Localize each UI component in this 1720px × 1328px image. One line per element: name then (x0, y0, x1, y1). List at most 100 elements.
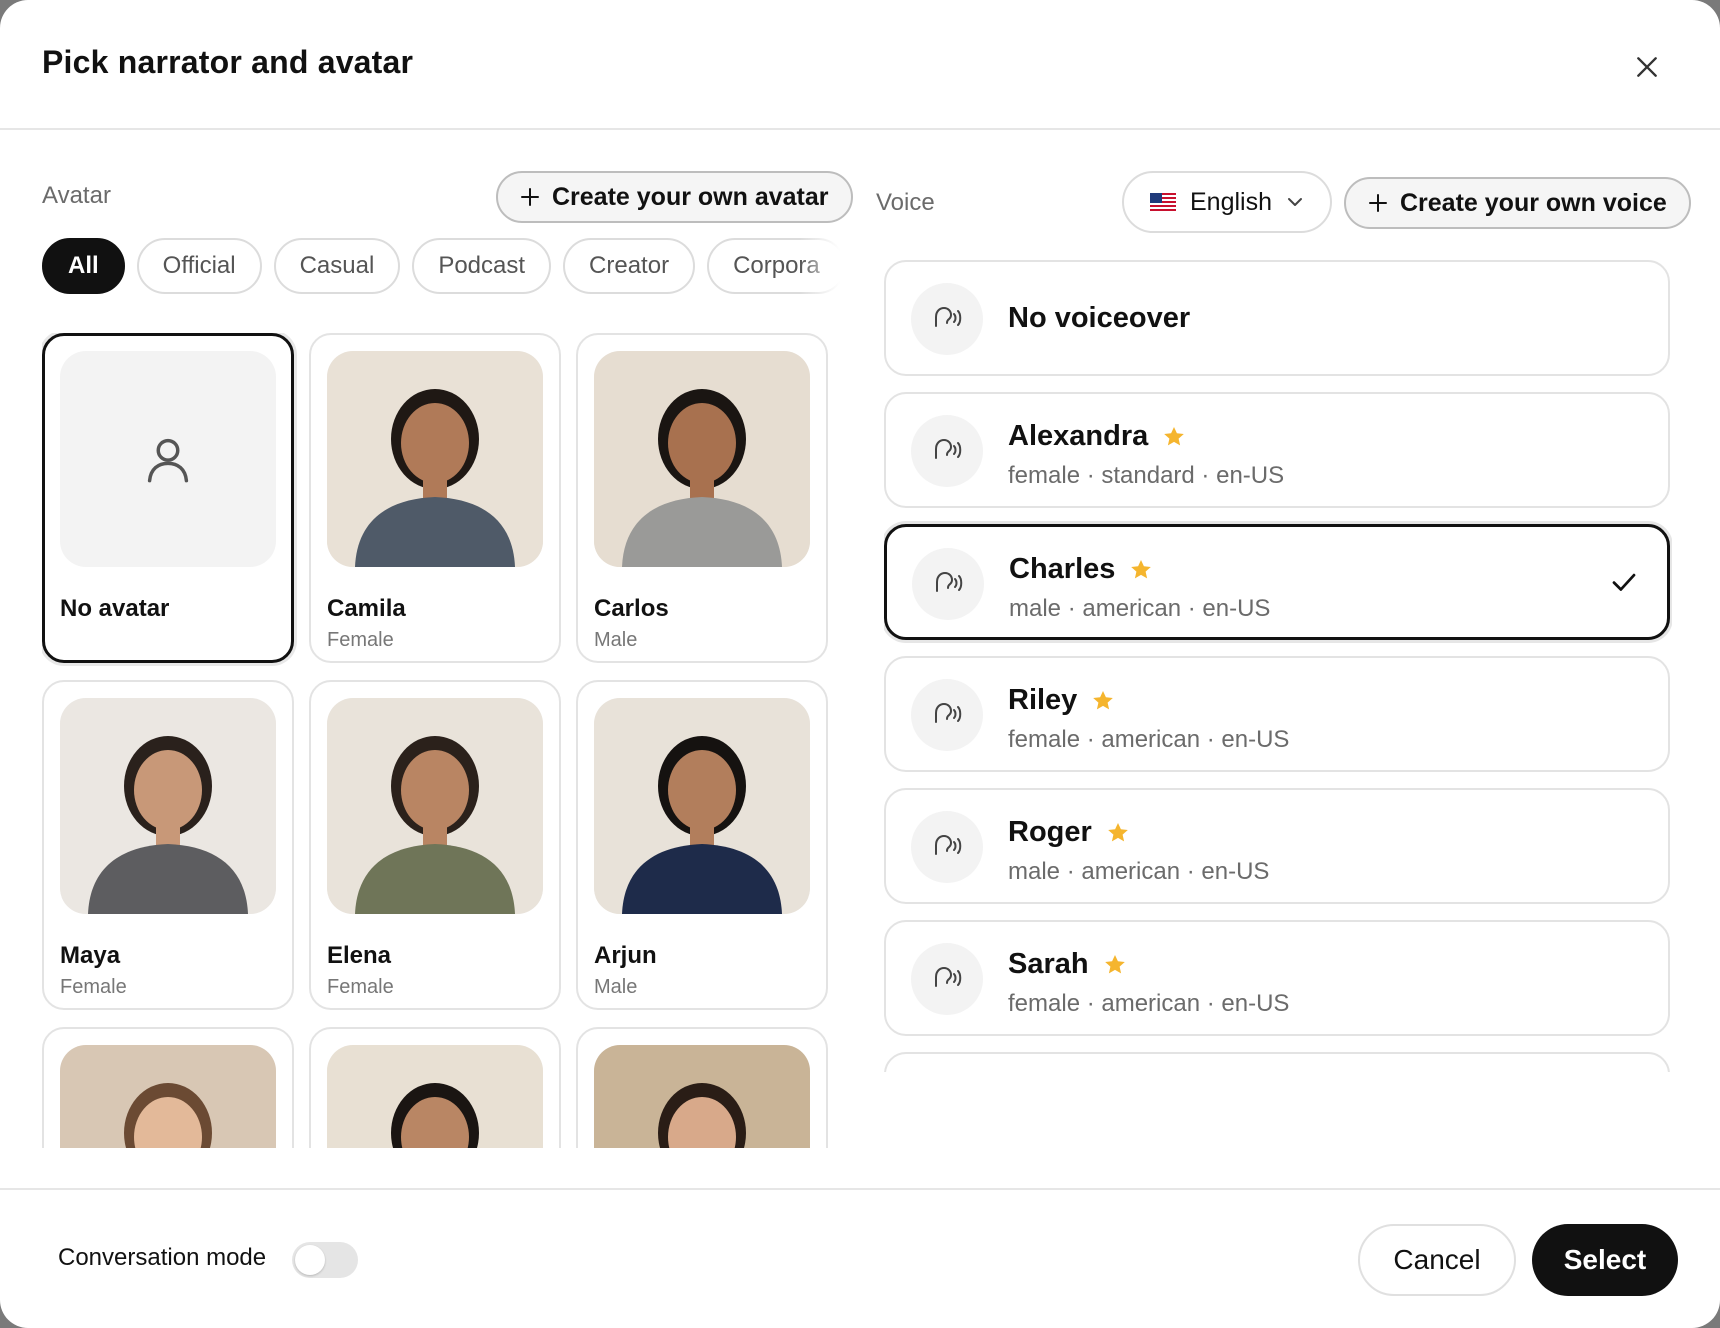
voice-option[interactable]: Charles male · american · en-US (884, 524, 1670, 640)
voice-name-row: Sarah (1008, 948, 1127, 981)
avatar-photo (327, 698, 543, 914)
voice-wave-icon (935, 834, 962, 855)
avatar-grid-scroll[interactable]: No avatar Camila Female Carlos Male Maya Fe… (42, 333, 842, 1148)
avatar-thumb (327, 351, 543, 567)
voice-play-button[interactable] (911, 811, 983, 883)
dialog-header: Pick narrator and avatar (0, 0, 1720, 130)
plus-icon (521, 188, 539, 206)
filter-chip-creator[interactable]: Creator (563, 238, 696, 294)
voice-play-button[interactable] (911, 415, 983, 487)
avatar-thumb (327, 698, 543, 914)
voice-name: No voiceover (1008, 302, 1191, 334)
avatar-photo (327, 1045, 543, 1148)
voice-name: Charles (1009, 553, 1116, 585)
avatar-name: No avatar (60, 595, 170, 622)
filter-chip-official[interactable]: Official (136, 238, 262, 294)
language-dropdown[interactable]: English (1122, 171, 1332, 233)
voice-wave-icon (935, 438, 962, 459)
voice-name: Riley (1008, 684, 1078, 716)
voice-name-row: Charles (1009, 553, 1153, 586)
avatar-thumb (327, 1045, 543, 1148)
star-icon (1104, 954, 1125, 973)
chips-fade (800, 238, 840, 296)
voice-option[interactable]: Riley female · american · en-US (884, 656, 1670, 772)
close-button[interactable] (1625, 45, 1669, 89)
create-avatar-label: Create your own avatar (552, 182, 829, 211)
voice-play-button[interactable] (911, 943, 983, 1015)
avatar-photo (594, 1045, 810, 1148)
voice-option[interactable] (884, 1052, 1670, 1072)
voice-name-row: No voiceover (1008, 302, 1190, 335)
avatar-name: Carlos (594, 595, 669, 622)
filter-chip-podcast[interactable]: Podcast (412, 238, 552, 294)
voice-wave-icon (935, 702, 962, 723)
avatar-name: Camila (327, 595, 406, 622)
voice-name: Sarah (1008, 948, 1089, 980)
avatar-card[interactable]: Carlos Male (576, 333, 828, 663)
voice-meta: male · american · en-US (1009, 595, 1271, 622)
avatar-photo (327, 351, 543, 567)
avatar-card[interactable] (309, 1027, 561, 1148)
voice-option[interactable]: Roger male · american · en-US (884, 788, 1670, 904)
avatar-section-label: Avatar (42, 182, 111, 209)
select-button[interactable]: Select (1532, 1224, 1678, 1296)
voice-name: Alexandra (1008, 420, 1149, 452)
avatar-thumb (60, 1045, 276, 1148)
avatar-card[interactable]: Elena Female (309, 680, 561, 1010)
toggle-knob (295, 1245, 325, 1275)
person-outline-icon (147, 438, 189, 483)
conversation-mode-label: Conversation mode (58, 1244, 267, 1271)
avatar-photo (60, 1045, 276, 1148)
language-value: English (1190, 187, 1272, 216)
avatar-photo (60, 698, 276, 914)
avatar-photo (594, 351, 810, 567)
us-flag-icon (1150, 193, 1176, 211)
avatar-thumb (60, 698, 276, 914)
create-avatar-button[interactable]: Create your own avatar (496, 171, 853, 223)
avatar-card[interactable]: Arjun Male (576, 680, 828, 1010)
voice-meta: male · american · en-US (1008, 858, 1270, 885)
voice-option[interactable]: Sarah female · american · en-US (884, 920, 1670, 1036)
voice-option[interactable]: No voiceover (884, 260, 1670, 376)
avatar-filter-bar: All Official Casual Podcast Creator Corpora (42, 238, 840, 296)
avatar-gender: Female (327, 976, 394, 998)
voice-name-row: Alexandra (1008, 420, 1186, 453)
voice-play-button[interactable] (912, 548, 984, 620)
star-icon (1164, 426, 1185, 445)
avatar-gender: Female (327, 629, 394, 651)
star-icon (1131, 559, 1152, 578)
avatar-card[interactable] (576, 1027, 828, 1148)
filter-chip-all[interactable]: All (42, 238, 125, 294)
avatar-thumb (594, 351, 810, 567)
avatar-card[interactable]: No avatar (42, 333, 294, 663)
filter-chip-casual[interactable]: Casual (273, 238, 401, 294)
chevron-down-icon (1288, 198, 1302, 206)
voice-option[interactable]: Alexandra female · standard · en-US (884, 392, 1670, 508)
voice-meta: female · american · en-US (1008, 726, 1290, 753)
avatar-name: Arjun (594, 942, 657, 969)
voice-name-row: Riley (1008, 684, 1115, 717)
create-voice-label: Create your own voice (1400, 188, 1667, 217)
voice-list-scroll[interactable]: No voiceover Alexandra female · standard ·… (884, 260, 1672, 1072)
avatar-gender: Male (594, 976, 638, 998)
voice-section-label: Voice (876, 189, 935, 216)
voice-name: Roger (1008, 816, 1092, 848)
avatar-thumb (594, 1045, 810, 1148)
no-avatar-thumb (60, 351, 276, 567)
voice-meta: female · american · en-US (1008, 990, 1290, 1017)
voice-wave-icon (936, 571, 963, 592)
close-icon (1637, 57, 1657, 77)
voice-wave-icon (935, 306, 962, 327)
conversation-mode-toggle[interactable] (292, 1242, 358, 1278)
avatar-card[interactable]: Camila Female (309, 333, 561, 663)
voice-play-button[interactable] (911, 679, 983, 751)
avatar-gender: Female (60, 976, 127, 998)
voice-meta: female · standard · en-US (1008, 462, 1285, 489)
avatar-card[interactable] (42, 1027, 294, 1148)
avatar-card[interactable]: Maya Female (42, 680, 294, 1010)
check-icon (1612, 573, 1636, 591)
cancel-button[interactable]: Cancel (1358, 1224, 1516, 1296)
create-voice-button[interactable]: Create your own voice (1344, 177, 1691, 229)
voice-play-button[interactable] (911, 283, 983, 355)
avatar-photo (594, 698, 810, 914)
